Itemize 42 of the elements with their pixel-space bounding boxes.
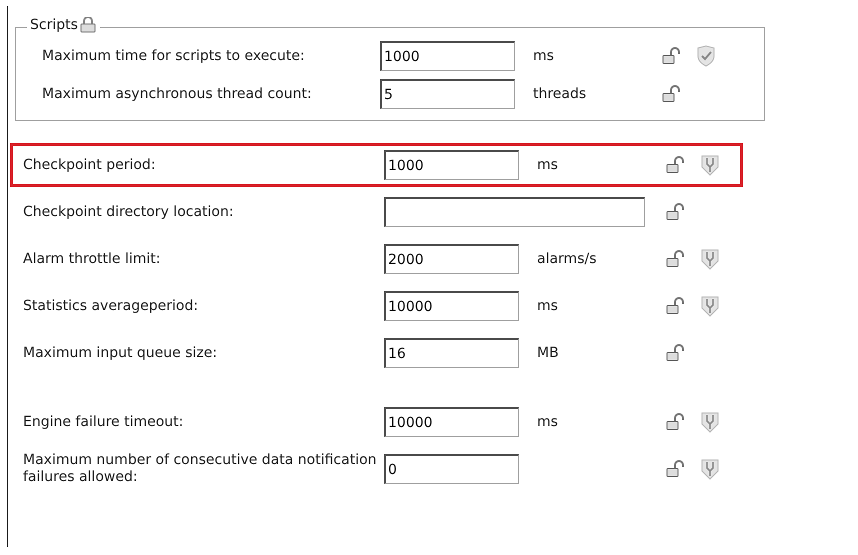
unlocked-padlock-icon[interactable] — [662, 47, 682, 65]
unit-label: alarms/s — [537, 251, 596, 267]
input-field[interactable]: 1000 — [380, 41, 515, 71]
unit-label: ms — [533, 48, 554, 64]
field-label: Checkpoint directory location: — [22, 204, 235, 220]
input-field[interactable]: 2000 — [384, 244, 519, 274]
field-label: Alarm throttle limit: — [22, 250, 162, 268]
unlocked-padlock-icon[interactable] — [666, 344, 686, 362]
field-label: Statistics averageperiod: — [22, 298, 200, 314]
shield-fork-icon[interactable] — [700, 154, 720, 176]
unit-label: ms — [537, 298, 558, 314]
field-label: Maximum input queue size: — [22, 344, 218, 362]
unlocked-padlock-icon[interactable] — [666, 460, 686, 478]
input-field[interactable] — [384, 197, 645, 227]
field-label: Maximum number of consecutive data notification failures allowed: — [22, 452, 378, 486]
input-field[interactable]: 5 — [380, 79, 515, 109]
unlocked-padlock-icon[interactable] — [666, 203, 686, 221]
unit-label: ms — [537, 157, 558, 173]
shield-check-icon[interactable] — [696, 45, 716, 67]
unlocked-padlock-icon[interactable] — [662, 85, 682, 103]
unit-label: threads — [533, 86, 586, 102]
unlocked-padlock-icon[interactable] — [666, 250, 686, 268]
input-field[interactable]: 0 — [384, 454, 519, 484]
unlocked-padlock-icon[interactable] — [666, 156, 686, 174]
group-title: Scripts — [30, 17, 78, 33]
field-label: Engine failure timeout: — [22, 414, 184, 430]
shield-fork-icon[interactable] — [700, 248, 720, 270]
unlocked-padlock-icon[interactable] — [666, 413, 686, 431]
unit-label: MB — [537, 345, 559, 361]
input-field[interactable]: 10000 — [384, 291, 519, 321]
padlock-icon — [78, 17, 97, 33]
field-label: Checkpoint period: — [22, 156, 157, 174]
input-field[interactable]: 16 — [384, 338, 519, 368]
shield-fork-icon[interactable] — [700, 295, 720, 317]
shield-fork-icon[interactable] — [700, 458, 720, 480]
input-field[interactable]: 1000 — [384, 150, 519, 180]
input-field[interactable]: 10000 — [384, 407, 519, 437]
unlocked-padlock-icon[interactable] — [666, 297, 686, 315]
shield-fork-icon[interactable] — [700, 411, 720, 433]
field-label: Maximum time for scripts to execute: — [41, 48, 306, 64]
unit-label: ms — [537, 414, 558, 430]
field-label: Maximum asynchronous thread count: — [41, 86, 313, 102]
